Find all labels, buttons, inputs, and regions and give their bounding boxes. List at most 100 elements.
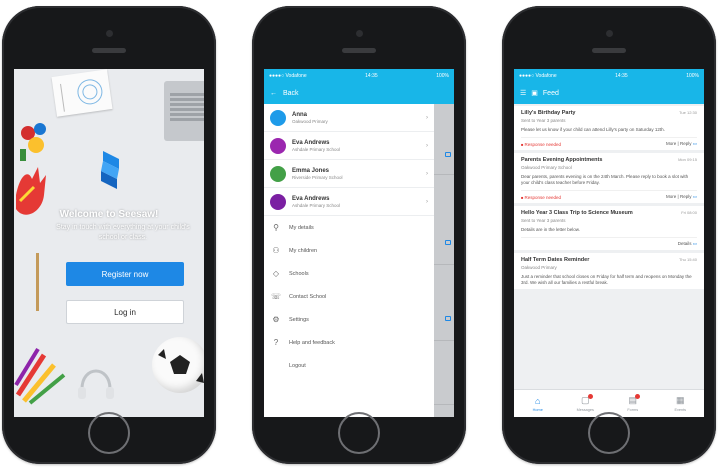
menu-contact-school[interactable]: ☏ Contact School xyxy=(264,285,434,308)
tab-label: Messages xyxy=(576,407,594,412)
response-needed-badge: Response needed xyxy=(521,195,562,200)
pencil-illustration xyxy=(36,253,39,311)
person-icon: ⚲ xyxy=(273,223,279,232)
card-time: Thu 15:40 xyxy=(678,257,697,262)
login-button[interactable]: Log in xyxy=(66,300,184,324)
card-body: Please let us know if your child can att… xyxy=(521,127,665,132)
back-arrow-icon[interactable]: ← xyxy=(270,90,277,97)
notebook-illustration xyxy=(51,69,113,117)
card-title: Parents Evening Appointments xyxy=(521,157,603,163)
card-subtitle: Sent to Year 3 parents xyxy=(521,118,566,123)
headphones-illustration xyxy=(76,359,116,403)
user-icon xyxy=(270,109,286,126)
response-needed-badge: Response needed xyxy=(521,142,562,147)
home-icon: ⌂ xyxy=(535,395,541,406)
feed-card[interactable]: Lilly's Birthday Party Tue 12:30 Sent to… xyxy=(514,106,704,150)
card-subtitle: Sent to Year 3 parents xyxy=(521,218,566,223)
football-illustration xyxy=(152,337,204,393)
chevron-right-icon: › xyxy=(426,170,428,177)
phone-drawer: ●●●●○ Vodafone 14:35 100% ← Back Anna Oa… xyxy=(252,6,466,464)
tab-label: Home xyxy=(532,407,543,412)
group-icon: ⚇ xyxy=(272,246,280,255)
child-item[interactable]: Eva Andrews Ashdale Primary School › xyxy=(264,132,434,160)
menu-my-children[interactable]: ⚇ My children xyxy=(264,239,434,262)
crayons-illustration xyxy=(14,345,68,405)
menu-label: Schools xyxy=(289,270,309,277)
app-bar-title: Back xyxy=(283,89,299,97)
status-bar: ●●●●○ Vodafone 14:35 100% xyxy=(514,69,704,82)
menu-label: My details xyxy=(289,224,314,231)
home-button[interactable] xyxy=(588,412,630,454)
battery-text: 100% xyxy=(686,72,699,79)
welcome-subtitle: Stay in touch with everything at your ch… xyxy=(56,224,190,241)
menu-settings[interactable]: ⚙ Settings xyxy=(264,308,434,331)
feed-list: Lilly's Birthday Party Tue 12:30 Sent to… xyxy=(514,104,704,389)
calendar-icon: ▦ xyxy=(675,395,685,405)
tab-label: Forms xyxy=(627,407,639,412)
reply-button[interactable]: More | Reply xyxy=(666,194,697,200)
school-icon: ◇ xyxy=(272,269,280,278)
drawer-screen: ●●●●○ Vodafone 14:35 100% ← Back Anna Oa… xyxy=(264,69,454,417)
home-button[interactable] xyxy=(338,412,380,454)
card-time: Mon 09:15 xyxy=(678,157,697,162)
card-body: Just a reminder that school closes on Fr… xyxy=(521,274,692,285)
user-icon xyxy=(270,137,286,154)
user-icon xyxy=(270,193,286,210)
phone-icon: ☏ xyxy=(271,292,282,301)
menu-logout[interactable]: Logout xyxy=(264,354,434,377)
register-button[interactable]: Register now xyxy=(66,262,184,286)
menu-label: Logout xyxy=(289,362,306,369)
hamburger-menu-icon[interactable]: ☰ xyxy=(520,89,526,97)
child-school: Ashdale Primary School xyxy=(292,202,341,208)
carrier-text: ●●●●○ Vodafone xyxy=(269,72,307,79)
app-bar: ← Back xyxy=(264,82,454,104)
tab-home[interactable]: ⌂ Home xyxy=(514,390,562,417)
tab-label: Events xyxy=(674,407,687,412)
earpiece-speaker xyxy=(342,48,376,53)
menu-label: My children xyxy=(289,247,318,254)
top-bar: ●●●●○ Vodafone 14:35 100% ☰ ▣ Feed xyxy=(514,69,704,104)
feed-card[interactable]: Half Term Dates Reminder Thu 15:40 Oakwo… xyxy=(514,253,704,289)
child-name: Eva Andrews xyxy=(292,195,330,202)
card-body: Dear parents, parents evening is on the … xyxy=(521,174,689,185)
feed-card[interactable]: Parents Evening Appointments Mon 09:15 O… xyxy=(514,153,704,203)
welcome-screen: Welcome to Seesaw! Stay in touch with ev… xyxy=(14,69,204,417)
notification-badge xyxy=(587,394,593,399)
notification-badge xyxy=(635,394,641,399)
reply-button[interactable]: More | Reply xyxy=(666,141,697,147)
card-body: Details are in the letter below. xyxy=(521,227,581,232)
home-button[interactable] xyxy=(88,412,130,454)
child-name: Emma Jones xyxy=(292,167,330,174)
menu-my-details[interactable]: ⚲ My details xyxy=(264,216,434,239)
paint-pots-illustration xyxy=(16,119,52,163)
child-school: Oakwood Primary xyxy=(292,118,328,124)
child-item[interactable]: Eva Andrews Ashdale Primary School › xyxy=(264,188,434,216)
school-logo-icon: ▣ xyxy=(531,90,538,97)
child-item[interactable]: Emma Jones Riverside Primary School › xyxy=(264,160,434,188)
app-bar-title: Feed xyxy=(542,89,559,97)
card-subtitle: Oakwood Primary School xyxy=(521,165,572,170)
menu-help-feedback[interactable]: ? Help and feedback xyxy=(264,331,434,354)
menu-schools[interactable]: ◇ Schools xyxy=(264,262,434,285)
clock-text: 14:35 xyxy=(615,72,628,79)
child-school: Riverside Primary School xyxy=(292,174,343,180)
front-camera xyxy=(106,30,113,37)
phone-welcome: Welcome to Seesaw! Stay in touch with ev… xyxy=(2,6,216,464)
battery-text: 100% xyxy=(436,72,449,79)
menu-label: Settings xyxy=(289,316,309,323)
chevron-right-icon: › xyxy=(426,142,428,149)
welcome-title: Welcome to Seesaw! xyxy=(59,209,159,220)
child-item[interactable]: Anna Oakwood Primary › xyxy=(264,104,434,132)
top-bar: ●●●●○ Vodafone 14:35 100% ← Back xyxy=(264,69,454,104)
card-time: Fri 08:00 xyxy=(681,210,697,215)
details-button[interactable]: Details xyxy=(678,241,697,247)
clock-text: 14:35 xyxy=(365,72,378,79)
earpiece-speaker xyxy=(592,48,626,53)
tab-events[interactable]: ▦ Events xyxy=(657,390,705,417)
card-time: Tue 12:30 xyxy=(679,110,697,115)
feed-card[interactable]: Hello Year 3 Class Trip to Science Museu… xyxy=(514,206,704,250)
card-title: Lilly's Birthday Party xyxy=(521,110,576,116)
child-name: Anna xyxy=(292,111,307,118)
gear-icon: ⚙ xyxy=(272,315,280,324)
laptop-illustration xyxy=(164,81,204,141)
